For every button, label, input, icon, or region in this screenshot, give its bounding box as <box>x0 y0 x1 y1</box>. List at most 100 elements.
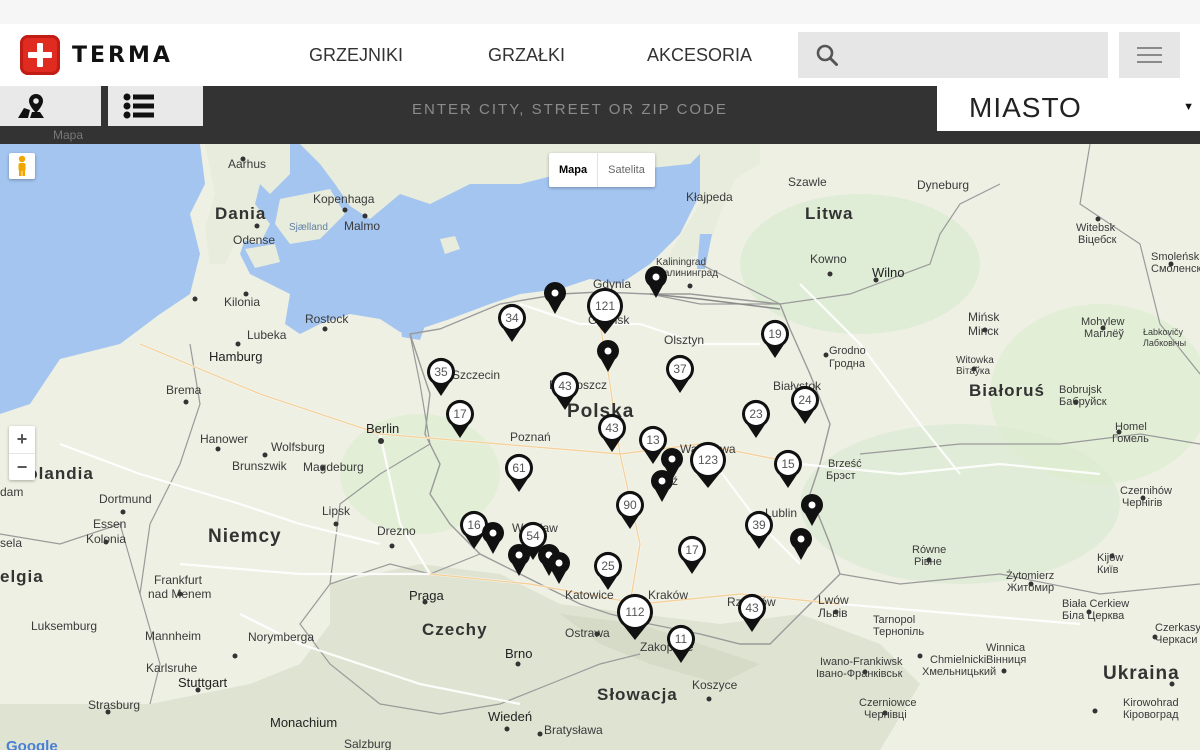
map-label: Львів <box>818 606 848 620</box>
store-marker[interactable] <box>546 550 572 584</box>
map-label: Essen <box>93 517 127 531</box>
store-cluster-marker[interactable]: 39 <box>743 509 775 549</box>
store-cluster-marker[interactable]: 25 <box>592 550 624 590</box>
map-label: Rostock <box>305 312 349 326</box>
cluster-count: 39 <box>752 518 766 532</box>
map-view-label: Mapa <box>53 128 84 142</box>
map-label: Брэст <box>826 470 856 482</box>
store-cluster-marker[interactable]: 15 <box>772 448 804 488</box>
cluster-count: 11 <box>675 632 688 646</box>
store-cluster-marker[interactable]: 90 <box>614 489 646 529</box>
search-box[interactable] <box>798 32 1108 78</box>
terma-logo[interactable]: TERMA <box>20 35 173 75</box>
map-label: Мінск <box>968 324 999 338</box>
store-marker[interactable] <box>542 280 568 314</box>
map-label: Słowacja <box>597 685 678 704</box>
nav-grzalki[interactable]: GRZAŁKI <box>488 24 565 86</box>
map-label: Praga <box>409 588 444 603</box>
map-label: Hanower <box>200 432 249 446</box>
map-label: Kowno <box>810 252 847 266</box>
map-label: Магілёў <box>1084 328 1124 340</box>
cluster-count: 17 <box>685 543 699 557</box>
zoom-control: + − <box>9 426 35 480</box>
store-cluster-marker[interactable]: 123 <box>688 440 728 488</box>
location-search-input[interactable] <box>300 86 840 132</box>
cluster-count: 90 <box>623 498 637 512</box>
store-cluster-marker[interactable]: 43 <box>596 412 628 452</box>
store-cluster-marker[interactable]: 17 <box>676 534 708 574</box>
store-cluster-marker[interactable]: 121 <box>585 286 625 334</box>
map-label: Drezno <box>377 524 416 538</box>
map-type-map[interactable]: Mapa <box>549 153 599 187</box>
map-label: Niemcy <box>208 526 282 547</box>
terma-cross-icon <box>20 35 60 75</box>
hamburger-menu-button[interactable] <box>1119 32 1180 78</box>
store-marker[interactable] <box>799 492 825 526</box>
map-label: Dyneburg <box>917 178 970 192</box>
map-label: Brema <box>166 383 202 397</box>
map-label: Чернівці <box>864 709 907 721</box>
store-cluster-marker[interactable]: 37 <box>664 353 696 393</box>
map-label: Біла Церква <box>1062 610 1125 622</box>
store-marker[interactable] <box>788 526 814 560</box>
store-cluster-marker[interactable]: 24 <box>789 384 821 424</box>
street-view-pegman[interactable] <box>9 153 35 179</box>
map-label: Brno <box>505 646 533 661</box>
store-cluster-marker[interactable]: 11 <box>665 623 697 663</box>
cluster-count: 15 <box>781 457 795 471</box>
map-label: Гомель <box>1112 433 1149 445</box>
map-label: Strasburg <box>88 698 141 712</box>
store-cluster-marker[interactable]: 17 <box>444 398 476 438</box>
store-cluster-marker[interactable]: 35 <box>425 356 457 396</box>
store-cluster-marker[interactable]: 34 <box>496 302 528 342</box>
map-label: nad Menem <box>148 587 212 601</box>
menu-bar-icon <box>1137 47 1162 49</box>
map-view-button[interactable] <box>0 86 101 126</box>
store-cluster-marker[interactable]: 43 <box>736 592 768 632</box>
store-cluster-marker[interactable]: 23 <box>740 398 772 438</box>
map-label: Hamburg <box>209 349 263 364</box>
store-marker[interactable] <box>506 542 532 576</box>
map-label: Бабруйск <box>1059 396 1107 408</box>
store-marker[interactable] <box>480 520 506 554</box>
cluster-count: 123 <box>698 453 718 467</box>
map-label: sela <box>0 536 23 550</box>
cluster-count: 16 <box>467 518 481 532</box>
map-label: Sjælland <box>289 222 328 233</box>
map-label: Litwa <box>805 204 854 223</box>
map-label: Stuttgart <box>178 675 228 690</box>
map-label: Grodno <box>829 345 866 357</box>
zoom-out-button[interactable]: − <box>9 453 35 481</box>
store-marker[interactable] <box>643 264 669 298</box>
map-type-satellite[interactable]: Satelita <box>598 153 655 187</box>
cluster-count: 37 <box>673 362 687 376</box>
store-marker[interactable] <box>595 338 621 372</box>
list-icon <box>123 93 154 119</box>
map-label: Białoruś <box>969 381 1046 400</box>
map-label: Смоленск <box>1151 263 1200 275</box>
cluster-count: 23 <box>749 407 763 421</box>
map-label: Лабковiчы <box>1143 338 1187 348</box>
map-label: Віцебск <box>1078 234 1117 246</box>
zoom-in-button[interactable]: + <box>9 426 35 453</box>
store-cluster-marker[interactable]: 43 <box>549 370 581 410</box>
map-label: Ukraina <box>1103 663 1180 684</box>
city-select[interactable]: MIASTO ▼ <box>937 86 1200 131</box>
nav-akcesoria[interactable]: AKCESORIA <box>647 24 752 86</box>
cluster-count: 17 <box>453 407 467 421</box>
map-label: Olsztyn <box>664 333 705 347</box>
map-label: dam <box>0 485 24 499</box>
cluster-count: 13 <box>646 433 660 447</box>
nav-grzejniki[interactable]: GRZEJNIKI <box>309 24 403 86</box>
store-cluster-marker[interactable]: 61 <box>503 452 535 492</box>
menu-bar-icon <box>1137 61 1162 63</box>
chevron-down-icon: ▼ <box>1183 101 1194 113</box>
store-marker[interactable] <box>649 468 675 502</box>
map-label: elgia <box>0 567 44 586</box>
store-cluster-marker[interactable]: 19 <box>759 318 791 358</box>
list-view-button[interactable] <box>108 86 203 126</box>
map-label: Czechy <box>422 620 488 639</box>
store-cluster-marker[interactable]: 112 <box>615 592 655 640</box>
store-map[interactable]: Aarhus Dania Kopenhaga Sjælland Malmo Od… <box>0 144 1200 750</box>
map-label: Чернігів <box>1122 497 1163 509</box>
